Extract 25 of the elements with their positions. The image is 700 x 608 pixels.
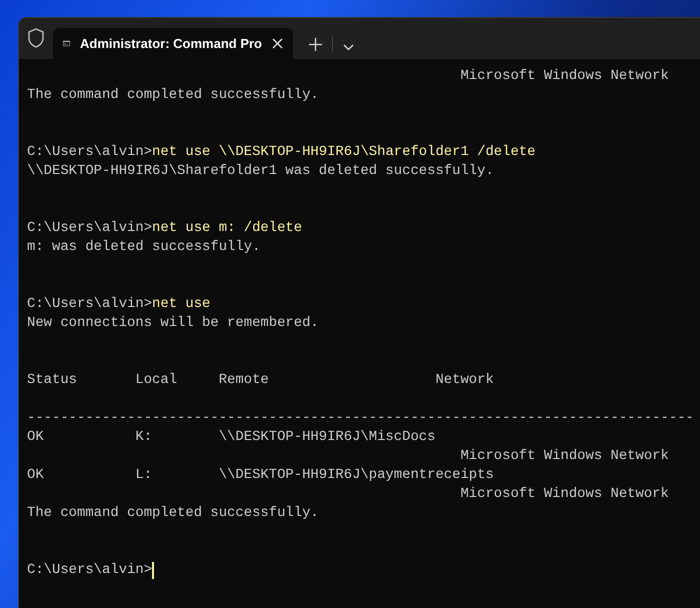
output-line: OK L: \\DESKTOP-HH9IR6J\paymentreceipts bbox=[27, 466, 494, 485]
output-line: OK K: \\DESKTOP-HH9IR6J\MiscDocs bbox=[27, 428, 436, 447]
output-line: New connections will be remembered. bbox=[27, 314, 319, 333]
output-line: -------------------------------------------------------------------------------- bbox=[27, 409, 694, 428]
command-text: net use bbox=[152, 295, 210, 314]
close-tab-button[interactable] bbox=[272, 38, 283, 49]
output-line: Status Local Remote Network bbox=[27, 371, 494, 390]
output-line: Microsoft Windows Network bbox=[459, 485, 669, 504]
command-text: net use m: /delete bbox=[152, 219, 302, 238]
terminal-tab[interactable]: Administrator: Command Pro bbox=[53, 28, 293, 59]
command-prompt: C:\Users\alvin> bbox=[27, 561, 152, 580]
output-line: The command completed successfully. bbox=[27, 86, 319, 105]
shield-icon bbox=[27, 28, 45, 48]
command-prompt: C:\Users\alvin> bbox=[27, 219, 152, 238]
output-line: \\DESKTOP-HH9IR6J\Sharefolder1 was deleted successfully. bbox=[27, 162, 494, 181]
command-prompt: C:\Users\alvin> bbox=[27, 143, 152, 162]
output-line: The command completed successfully. bbox=[27, 504, 319, 523]
command-text: net use \\DESKTOP-HH9IR6J\Sharefolder1 /delete bbox=[152, 143, 536, 162]
output-line: m: was deleted successfully. bbox=[27, 238, 260, 257]
output-line: Microsoft Windows Network bbox=[459, 447, 669, 466]
new-tab-button[interactable] bbox=[309, 38, 322, 51]
output-line: Microsoft Windows Network bbox=[459, 67, 669, 86]
command-prompt: C:\Users\alvin> bbox=[27, 295, 152, 314]
dropdown-button[interactable] bbox=[343, 44, 354, 51]
tab-title: Administrator: Command Pro bbox=[80, 34, 262, 53]
